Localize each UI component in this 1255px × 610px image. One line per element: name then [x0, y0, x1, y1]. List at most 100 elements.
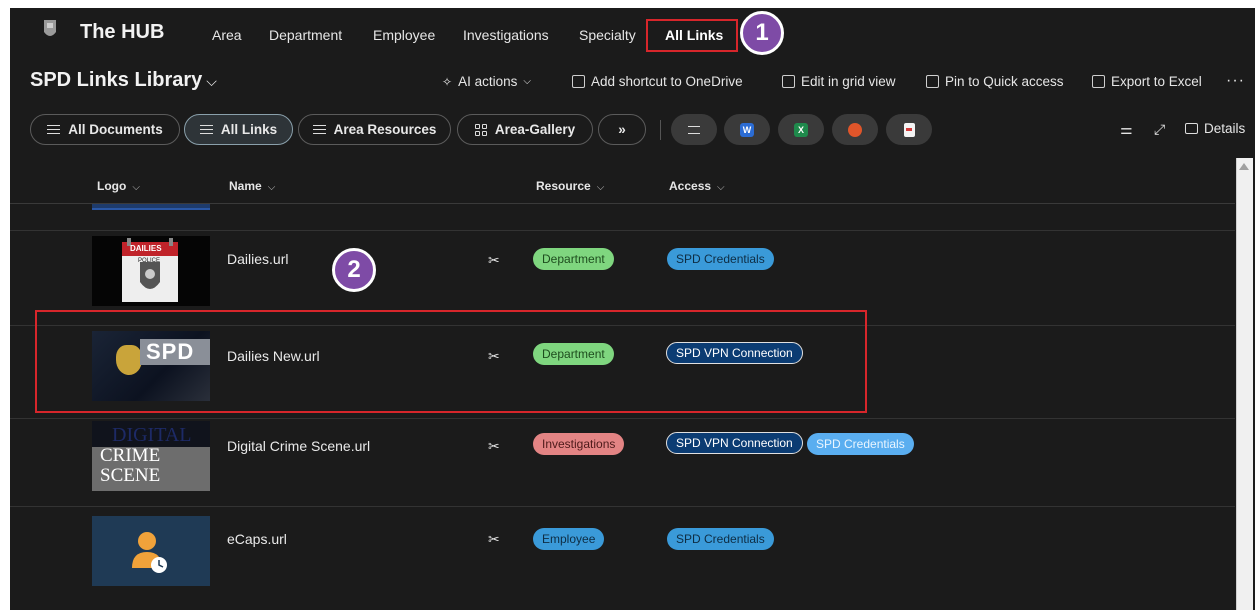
resource-tag: Department: [533, 248, 614, 270]
pin-icon[interactable]: ✂: [488, 438, 500, 455]
library-title[interactable]: SPD Links Library ⌵: [30, 69, 217, 92]
nav-item-investigations[interactable]: Investigations: [463, 27, 549, 43]
view-all-links[interactable]: All Links: [184, 114, 293, 145]
view-settings-button[interactable]: ⚌: [1120, 121, 1133, 138]
partial-row-thumbnail: [92, 204, 210, 210]
pin-icon[interactable]: ✂: [488, 252, 500, 269]
fullscreen-button[interactable]: ⤢: [1154, 121, 1165, 138]
column-logo[interactable]: Logo ⌵: [97, 179, 140, 193]
excel-icon: X: [794, 122, 808, 137]
access-tag: SPD Credentials: [667, 248, 774, 270]
dailies-logo-text: DAILIES: [130, 244, 162, 253]
pdf-filter-button[interactable]: [886, 114, 932, 145]
nav-item-specialty[interactable]: Specialty: [579, 27, 636, 43]
chevron-down-icon: ⌵: [596, 182, 605, 193]
nav-item-area[interactable]: Area: [212, 27, 242, 43]
list-header: Logo ⌵ Name ⌵ Resource ⌵ Access ⌵: [10, 170, 1235, 204]
details-button[interactable]: Details: [1185, 121, 1245, 136]
view-area-resources[interactable]: Area Resources: [298, 114, 451, 145]
view-area-resources-label: Area Resources: [333, 122, 437, 137]
toolbar-divider: [660, 120, 661, 140]
shortcut-icon: [572, 75, 585, 88]
view-area-gallery-label: Area-Gallery: [494, 122, 576, 137]
all-links-highlight-box: [646, 19, 738, 52]
add-shortcut-button[interactable]: Add shortcut to OneDrive: [572, 74, 743, 89]
grid-icon: [782, 75, 795, 88]
file-name[interactable]: Dailies.url: [227, 251, 288, 267]
logo-crime-text: CRIME: [100, 445, 161, 466]
column-resource[interactable]: Resource ⌵: [536, 179, 604, 193]
chevron-down-icon: ⌵: [717, 182, 725, 193]
site-title[interactable]: The HUB: [80, 21, 164, 44]
column-name-label: Name: [229, 179, 262, 193]
excel-filter-button[interactable]: X: [778, 114, 824, 145]
excel-icon: [1092, 75, 1105, 88]
ai-actions-label: AI actions: [458, 74, 518, 89]
expand-icon: ⤢: [1154, 121, 1166, 137]
library-title-text: SPD Links Library: [30, 69, 203, 91]
file-name[interactable]: eCaps.url: [227, 531, 287, 547]
edit-grid-label: Edit in grid view: [801, 74, 896, 89]
nav-item-department[interactable]: Department: [269, 27, 342, 43]
chevron-down-icon: ⌵: [267, 182, 276, 193]
edit-grid-button[interactable]: Edit in grid view: [782, 74, 896, 89]
view-area-gallery[interactable]: Area-Gallery: [457, 114, 593, 145]
table-row[interactable]: DIGITAL CRIME SCENE Digital Crime Scene.…: [10, 419, 1235, 507]
details-label: Details: [1204, 121, 1246, 136]
filter-icon: [688, 125, 700, 134]
top-navigation: The HUB Area Department Employee Investi…: [10, 8, 1255, 60]
view-all-links-label: All Links: [220, 122, 278, 137]
pin-icon: [926, 75, 939, 88]
column-access[interactable]: Access ⌵: [669, 179, 725, 193]
export-excel-button[interactable]: Export to Excel: [1092, 74, 1202, 89]
ai-actions-button[interactable]: ✧ AI actions ⌵: [442, 74, 531, 89]
nav-item-employee[interactable]: Employee: [373, 27, 435, 43]
app-window: The HUB Area Department Employee Investi…: [10, 8, 1255, 610]
digital-crime-scene-logo: DIGITAL CRIME SCENE: [92, 421, 210, 491]
scroll-up-arrow-icon[interactable]: [1239, 163, 1249, 170]
add-shortcut-label: Add shortcut to OneDrive: [591, 74, 743, 89]
callout-badge-2: 2: [332, 248, 376, 292]
access-tag: SPD Credentials: [807, 433, 914, 455]
resource-tag: Investigations: [533, 433, 625, 455]
powerpoint-filter-button[interactable]: [832, 114, 878, 145]
logo-digital-text: DIGITAL: [112, 424, 192, 446]
list-icon: [47, 125, 61, 134]
file-name[interactable]: Digital Crime Scene.url: [227, 438, 370, 454]
list-icon: [199, 125, 213, 134]
column-name[interactable]: Name ⌵: [229, 179, 275, 193]
resource-tag: Employee: [533, 528, 605, 550]
gallery-icon: [474, 123, 487, 136]
powerpoint-icon: [848, 122, 862, 137]
details-pane-icon: [1185, 123, 1198, 134]
list-icon: [312, 125, 326, 134]
callout-badge-1: 1: [740, 11, 784, 55]
view-all-documents[interactable]: All Documents: [30, 114, 180, 145]
table-row[interactable]: eCaps.url ✂ Employee SPD Credentials: [10, 507, 1235, 610]
logo-scene-text: SCENE: [100, 465, 161, 486]
pin-quick-access-label: Pin to Quick access: [945, 74, 1064, 89]
employee-clock-icon: [132, 532, 167, 573]
sliders-icon: ⚌: [1120, 121, 1133, 137]
more-options-button[interactable]: ···: [1226, 72, 1245, 90]
access-tag: SPD Credentials: [667, 528, 774, 550]
pdf-icon: [903, 122, 915, 137]
sparkle-icon: ✧: [442, 74, 453, 89]
more-views-button[interactable]: »: [598, 114, 646, 145]
word-filter-button[interactable]: W: [724, 114, 770, 145]
column-resource-label: Resource: [536, 179, 591, 193]
police-badge-icon: [44, 20, 56, 36]
dailies-new-highlight-box: [35, 310, 867, 413]
column-logo-label: Logo: [97, 179, 127, 193]
column-access-label: Access: [669, 179, 712, 193]
filter-button[interactable]: [671, 114, 717, 145]
access-tag: SPD VPN Connection: [666, 432, 803, 454]
more-views-label: »: [618, 122, 626, 137]
word-icon: W: [740, 122, 754, 137]
chevron-down-icon: ⌵: [132, 182, 140, 193]
pin-quick-access-button[interactable]: Pin to Quick access: [926, 74, 1064, 89]
view-all-documents-label: All Documents: [68, 122, 163, 137]
ecaps-logo: [92, 516, 210, 586]
pin-icon[interactable]: ✂: [488, 531, 500, 548]
vertical-scrollbar[interactable]: [1236, 158, 1253, 610]
